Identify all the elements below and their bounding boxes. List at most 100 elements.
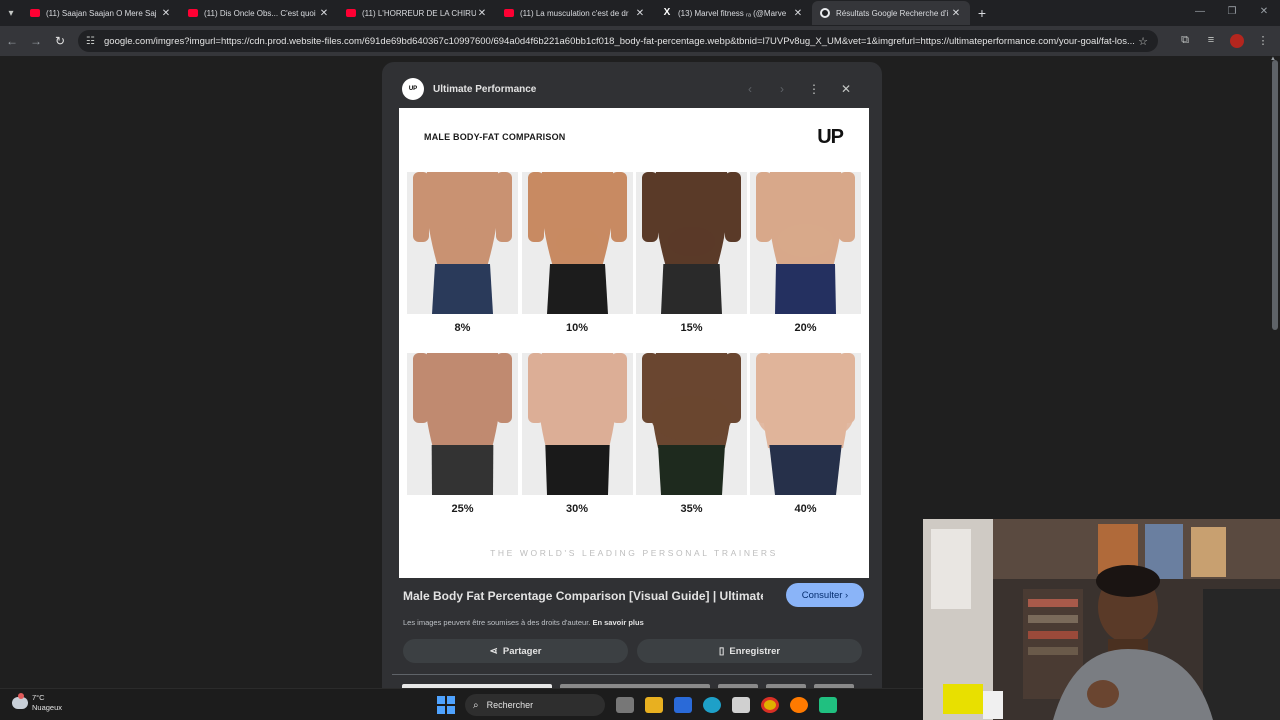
close-window-icon[interactable]: ✕	[1248, 0, 1280, 24]
search-icon: ⌕	[473, 699, 479, 711]
body-photo	[636, 353, 747, 495]
windows-taskbar: 7°C Nuageux ⌕ Rechercher	[0, 688, 923, 720]
close-icon[interactable]: ✕	[318, 8, 330, 19]
body-fat-card: 15%	[636, 172, 747, 342]
preview-image[interactable]: MALE BODY-FAT COMPARISON UP 8% 10% 15% 20% 2…	[399, 108, 869, 578]
body-photo	[750, 172, 861, 314]
next-icon[interactable]: ›	[766, 82, 798, 96]
x-icon: X	[663, 7, 671, 18]
task-view-icon[interactable]	[616, 697, 634, 713]
webcam-video	[923, 519, 1280, 720]
temperature: 7°C	[32, 693, 45, 702]
screen: ▾ (11) Saajan Saajan O Mere Saj ✕ (11) D…	[0, 0, 1280, 720]
chrome-icon[interactable]	[761, 697, 779, 713]
source-name[interactable]: Ultimate Performance	[433, 84, 734, 95]
app-icon[interactable]	[819, 697, 837, 713]
file-explorer-icon[interactable]	[645, 697, 663, 713]
body-fat-card: 20%	[750, 172, 861, 342]
tab-strip: ▾ (11) Saajan Saajan O Mere Saj ✕ (11) D…	[0, 0, 1280, 26]
divider	[392, 674, 872, 675]
close-icon[interactable]: ✕	[950, 8, 962, 19]
back-icon[interactable]: ←	[0, 34, 24, 48]
youtube-icon	[346, 9, 356, 17]
forward-icon[interactable]: →	[24, 34, 48, 48]
body-photo	[407, 353, 518, 495]
previous-icon[interactable]: ‹	[734, 82, 766, 96]
youtube-icon	[30, 9, 40, 17]
copyright-notice: Les images peuvent être soumises à des d…	[403, 618, 644, 627]
share-button[interactable]: ⋖ Partager	[403, 639, 628, 663]
image-tagline: THE WORLD'S LEADING PERSONAL TRAINERS	[490, 548, 778, 558]
reload-icon[interactable]: ↻	[48, 34, 72, 48]
tab-5[interactable]: X (13) Marvel fitness ᵣₐ (@Marve ✕	[654, 1, 812, 25]
chevron-right-icon: ›	[842, 589, 849, 601]
tab-title: Résultats Google Recherche d'i	[836, 8, 949, 18]
share-label: Partager	[502, 645, 542, 657]
body-fat-card: 30%	[521, 353, 633, 523]
tab-3[interactable]: (11) L'HORREUR DE LA CHIRUR ✕	[338, 1, 496, 25]
body-photo	[407, 172, 518, 314]
window-controls: — ❐ ✕	[1184, 0, 1280, 24]
close-icon[interactable]: ✕	[634, 8, 646, 19]
tab-search-icon[interactable]: ▾	[0, 2, 22, 24]
body-fat-percentage: 10%	[565, 322, 589, 334]
source-logo[interactable]: UP	[402, 78, 424, 100]
weather-condition: Nuageux	[32, 703, 63, 712]
body-fat-card: 25%	[407, 353, 518, 523]
tab-title: (13) Marvel fitness ᵣₐ (@Marve	[678, 8, 787, 18]
tab-6-active[interactable]: Résultats Google Recherche d'i ✕	[812, 1, 970, 25]
windows-start-icon[interactable]	[437, 696, 455, 714]
learn-more-link[interactable]: En savoir plus	[592, 618, 643, 627]
profile-avatar[interactable]	[1230, 34, 1244, 48]
tab-1[interactable]: (11) Saajan Saajan O Mere Saj ✕	[22, 1, 180, 25]
image-title: MALE BODY-FAT COMPARISON	[424, 132, 566, 142]
tab-title: (11) L'HORREUR DE LA CHIRUR	[362, 8, 476, 18]
image-caption-link[interactable]: Male Body Fat Percentage Comparison [Vis…	[403, 589, 763, 603]
url-text: google.com/imgres?imgurl=https://cdn.pro…	[104, 35, 1135, 47]
webcam-overlay	[923, 519, 1280, 720]
tab-2[interactable]: (11) Dis Oncle Obs... C'est quoi ✕	[180, 1, 338, 25]
body-photo	[521, 353, 633, 495]
site-info-icon[interactable]: ☷	[86, 36, 98, 47]
weather-text: 7°C Nuageux	[32, 693, 62, 713]
scrollbar[interactable]	[1272, 60, 1278, 330]
save-button[interactable]: ▯ Enregistrer	[637, 639, 862, 663]
share-icon: ⋖	[489, 645, 498, 657]
bookmark-star-icon[interactable]: ☆	[1136, 35, 1150, 48]
body-fat-percentage: 35%	[680, 503, 703, 515]
body-fat-percentage: 8%	[454, 322, 471, 334]
visit-button[interactable]: Consulter ›	[786, 583, 864, 607]
browser-toolbar: ← → ↻ ☷ google.com/imgres?imgurl=https:/…	[0, 26, 1280, 56]
restore-icon[interactable]: ❐	[1216, 0, 1248, 24]
menu-icon[interactable]: ⋮	[1250, 34, 1276, 48]
more-options-icon[interactable]: ⋮	[798, 82, 830, 96]
extensions-icon[interactable]: ⧉	[1172, 34, 1198, 48]
body-photo	[636, 172, 747, 314]
firefox-icon[interactable]	[790, 697, 808, 713]
address-bar[interactable]: ☷ google.com/imgres?imgurl=https://cdn.p…	[78, 30, 1158, 52]
body-fat-percentage: 20%	[794, 322, 817, 334]
taskbar-search[interactable]: ⌕ Rechercher	[465, 694, 605, 716]
tab-4[interactable]: (11) La musculation c'est de dr ✕	[496, 1, 654, 25]
edge-icon[interactable]	[703, 697, 721, 713]
youtube-icon	[504, 9, 514, 17]
search-placeholder: Rechercher	[486, 700, 534, 710]
close-icon[interactable]: ✕	[792, 8, 804, 19]
rights-text: Les images peuvent être soumises à des d…	[403, 618, 591, 627]
viewer-header: UP Ultimate Performance ‹ › ⋮ ✕	[402, 74, 862, 104]
new-tab-button[interactable]: +	[970, 5, 994, 21]
minimize-icon[interactable]: —	[1184, 0, 1216, 24]
body-fat-percentage: 30%	[565, 503, 589, 515]
image-viewer-panel: UP Ultimate Performance ‹ › ⋮ ✕ MALE BOD…	[382, 62, 882, 688]
body-fat-card: 8%	[407, 172, 518, 342]
close-icon[interactable]: ✕	[476, 8, 488, 19]
media-icon[interactable]: ≡	[1198, 34, 1224, 48]
microsoft-store-icon[interactable]	[732, 697, 750, 713]
tab-title: (11) La musculation c'est de dr	[520, 8, 629, 18]
close-icon[interactable]: ✕	[830, 82, 862, 96]
weather-widget[interactable]: 7°C Nuageux	[12, 693, 62, 713]
store-icon[interactable]	[674, 697, 692, 713]
close-icon[interactable]: ✕	[160, 8, 172, 19]
taskbar-apps: ⌕ Rechercher	[437, 694, 837, 716]
body-photo	[750, 353, 861, 495]
